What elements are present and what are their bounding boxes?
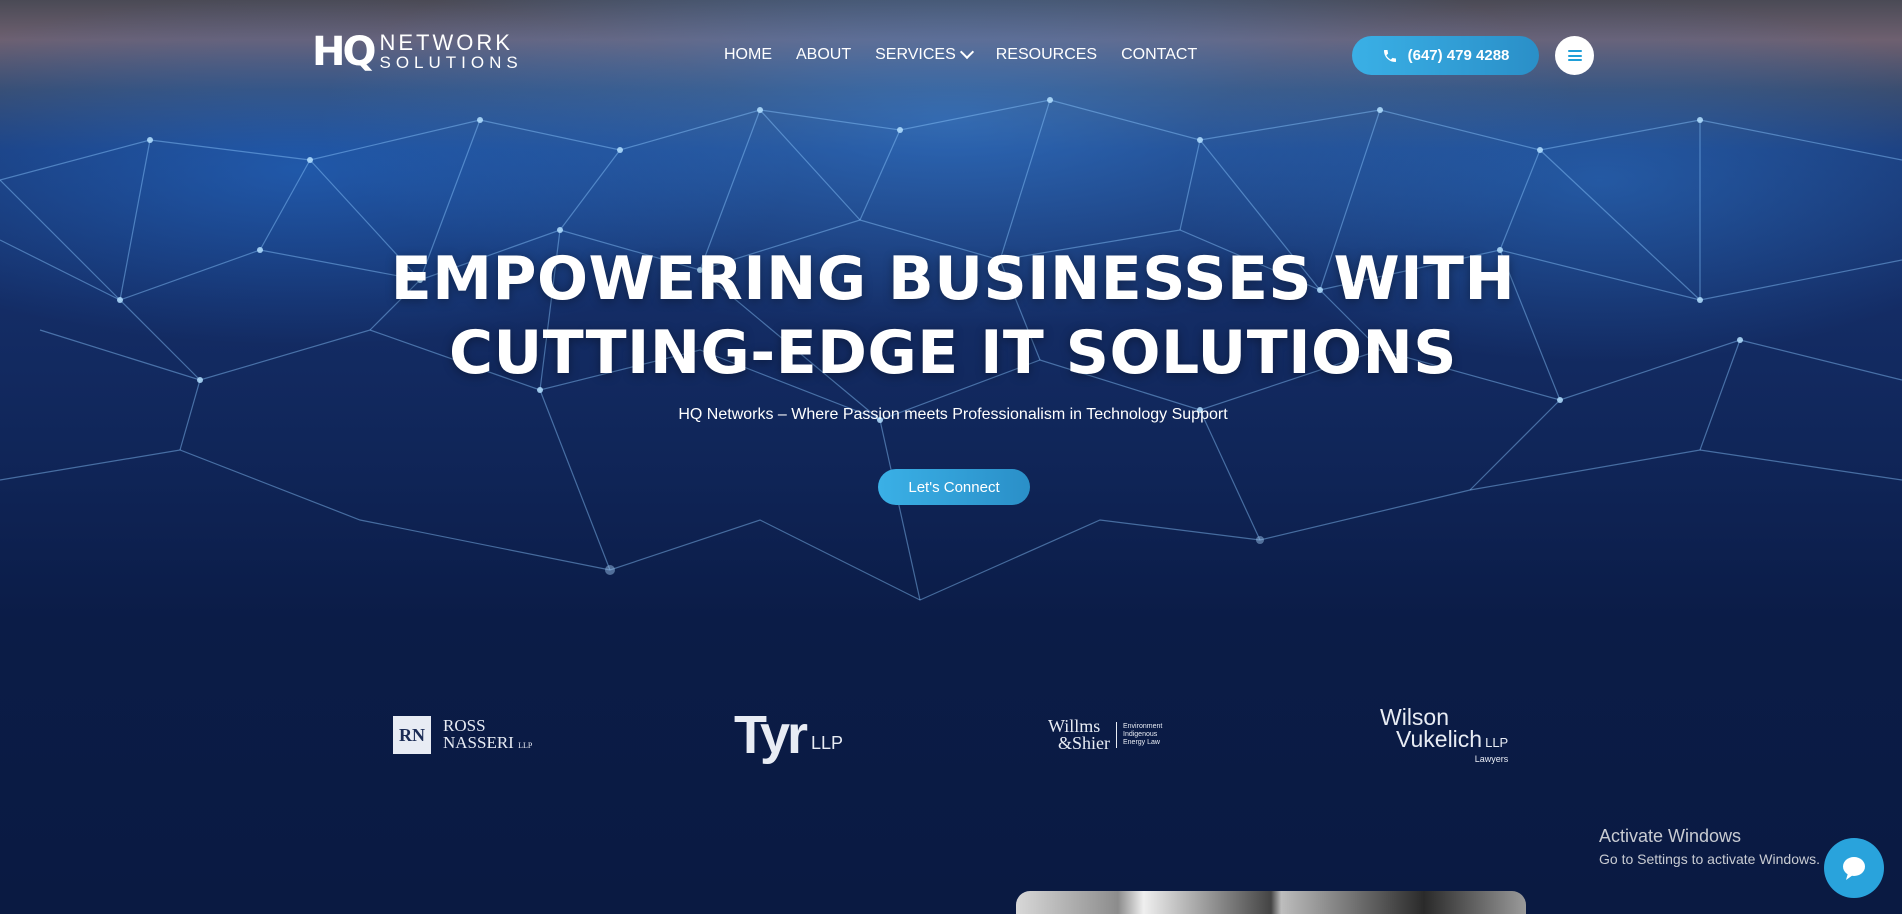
client-logo-wilson-vukelich: Wilson Vukelich LLP Lawyers — [1380, 700, 1508, 770]
ross-nasseri-line-2: NASSERI — [443, 732, 514, 752]
hero-headline-line-1: EMPOWERING BUSINESSES WITH — [390, 244, 1516, 314]
chevron-down-icon — [959, 44, 974, 60]
hero-subline: HQ Networks – Where Passion meets Profes… — [678, 406, 1228, 423]
logo-line-1: NETWORK — [379, 30, 513, 55]
nav-about[interactable]: ABOUT — [796, 46, 851, 64]
hero-background — [0, 0, 1902, 914]
logo-line-2: SOLUTIONS — [379, 53, 523, 72]
ross-nasseri-line-1: ROSS — [443, 715, 486, 735]
activate-windows-watermark: Activate Windows Go to Settings to activ… — [1599, 826, 1820, 867]
phone-number: (647) 479 4288 — [1407, 47, 1510, 64]
nav-home[interactable]: HOME — [724, 46, 772, 64]
willms-shier-tag-3: Energy Law — [1123, 739, 1160, 746]
nav-services-label: SERVICES — [875, 46, 956, 63]
nav-resources[interactable]: RESOURCES — [996, 46, 1097, 64]
wilson-vukelich-tag: Lawyers — [1474, 754, 1509, 764]
lets-connect-button[interactable]: Let's Connect — [878, 469, 1030, 505]
nav-services[interactable]: SERVICES — [875, 44, 974, 64]
wilson-vukelich-line-2: Vukelich — [1396, 726, 1483, 752]
client-logos: RN ROSS NASSERI LLP Tyr LLP Willms &Shie… — [0, 700, 1902, 770]
wilson-vukelich-suffix: LLP — [1485, 735, 1509, 750]
brand-logo[interactable]: HQ NETWORK SOLUTIONS — [312, 29, 523, 75]
phone-icon — [1383, 49, 1396, 62]
activate-windows-subtitle: Go to Settings to activate Windows. — [1599, 851, 1820, 867]
client-logo-ross-nasseri: RN ROSS NASSERI LLP — [393, 700, 532, 770]
nav-contact[interactable]: CONTACT — [1121, 46, 1197, 64]
wilson-vukelich-line-1: Wilson — [1380, 704, 1450, 730]
willms-shier-tag-1: Environment — [1123, 723, 1163, 730]
logo-wordmark: NETWORK SOLUTIONS — [379, 32, 522, 72]
client-logo-tyr: Tyr LLP — [734, 700, 843, 770]
team-photo — [1016, 891, 1526, 914]
willms-shier-tag-2: Indigenous — [1123, 731, 1158, 738]
chat-button[interactable] — [1824, 838, 1884, 898]
chat-bubble-icon — [1843, 857, 1865, 880]
willms-shier-divider — [1116, 722, 1117, 748]
activate-windows-title: Activate Windows — [1599, 826, 1742, 846]
menu-button[interactable] — [1555, 36, 1594, 75]
nav-contact-label: CONTACT — [1121, 46, 1198, 63]
nav-about-label: ABOUT — [796, 46, 852, 63]
tyr-name: Tyr — [734, 705, 808, 765]
willms-shier-line-2: &Shier — [1058, 733, 1110, 753]
phone-button[interactable]: (647) 479 4288 — [1352, 36, 1539, 75]
nav-resources-label: RESOURCES — [995, 46, 1098, 63]
ross-nasseri-suffix: LLP — [518, 740, 533, 750]
hamburger-icon — [1567, 50, 1582, 61]
hero-headline: EMPOWERING BUSINESSES WITH CUTTING-EDGE … — [0, 242, 1902, 390]
nav-home-label: HOME — [724, 46, 772, 63]
client-logo-willms-shier: Willms &Shier Environment Indigenous Ene… — [1048, 700, 1162, 770]
logo-mark: HQ — [312, 29, 377, 75]
main-nav: HOME ABOUT SERVICES RESOURCES CONTACT — [724, 44, 1197, 64]
hero-headline-line-2: CUTTING-EDGE IT SOLUTIONS — [449, 318, 1457, 388]
tyr-suffix: LLP — [811, 732, 844, 753]
ross-nasseri-monogram: RN — [393, 716, 431, 754]
